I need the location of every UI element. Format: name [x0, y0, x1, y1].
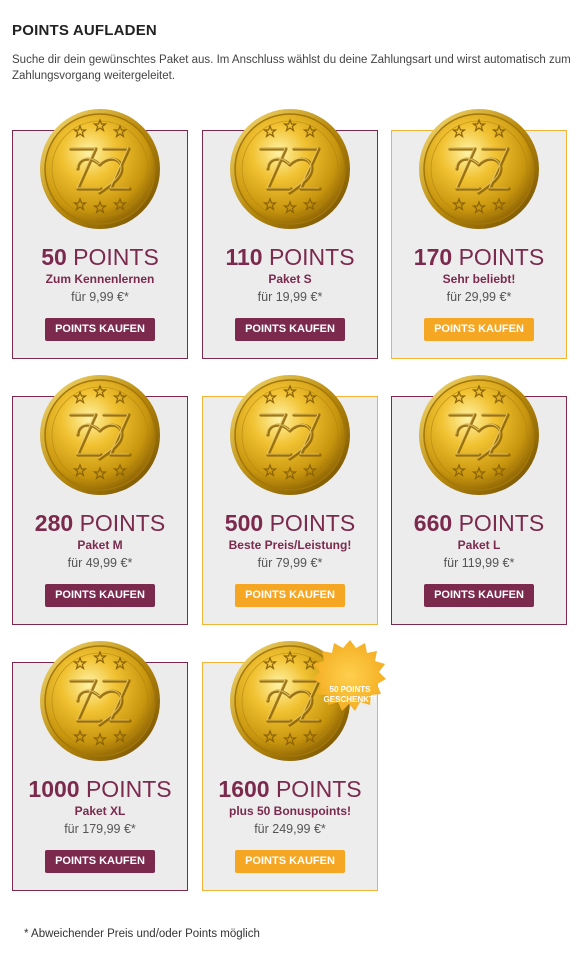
coin-icon	[228, 373, 352, 497]
package-price: für 29,99 €*	[446, 290, 512, 304]
package-subtitle: Paket XL	[74, 804, 126, 818]
coin-icon	[38, 639, 162, 763]
package-points: 110 POINTS	[225, 244, 355, 270]
package-subtitle: Beste Preis/Leistung!	[228, 538, 352, 552]
coin-icon	[228, 107, 352, 231]
package-card-500: 500 POINTS Beste Preis/Leistung! für 79,…	[202, 396, 378, 625]
package-points: 1000 POINTS	[28, 776, 172, 802]
coin-icon	[38, 373, 162, 497]
package-price: für 179,99 €*	[64, 822, 136, 836]
package-price: für 19,99 €*	[257, 290, 323, 304]
package-subtitle: Zum Kennenlernen	[45, 272, 155, 286]
package-subtitle: Paket M	[77, 538, 123, 552]
buy-points-button[interactable]: POINTS KAUFEN	[424, 584, 534, 607]
intro-text: Suche dir dein gewünschtes Paket aus. Im…	[12, 54, 571, 82]
bonus-badge-line2: GESCHENKT!	[323, 695, 377, 704]
package-price: für 249,99 €*	[254, 822, 326, 836]
package-subtitle: Paket S	[268, 272, 312, 286]
package-price: für 9,99 €*	[71, 290, 129, 304]
coin-icon	[417, 373, 541, 497]
package-price: für 49,99 €*	[67, 556, 133, 570]
package-card-110: 110 POINTS Paket S für 19,99 €* POINTS K…	[202, 130, 378, 359]
page-title: POINTS AUFLADEN	[12, 22, 157, 39]
bonus-badge-text: 50 POINTS GESCHENKT!	[313, 685, 387, 705]
package-card-1600: 50 POINTS GESCHENKT! 1600 POINTS plus 50…	[202, 662, 386, 891]
buy-points-button[interactable]: POINTS KAUFEN	[424, 318, 534, 341]
package-card-170: 170 POINTS Sehr beliebt! für 29,99 €* PO…	[391, 130, 567, 359]
package-subtitle: Paket L	[457, 538, 501, 552]
package-card-660: 660 POINTS Paket L für 119,99 €* POINTS …	[391, 396, 567, 625]
package-subtitle: plus 50 Bonuspoints!	[228, 804, 351, 818]
package-price: für 79,99 €*	[257, 556, 323, 570]
buy-points-button[interactable]: POINTS KAUFEN	[45, 318, 155, 341]
buy-points-button[interactable]: POINTS KAUFEN	[45, 584, 155, 607]
buy-points-button[interactable]: POINTS KAUFEN	[235, 318, 345, 341]
package-points: 500 POINTS	[224, 510, 356, 536]
package-card-280: 280 POINTS Paket M für 49,99 €* POINTS K…	[12, 396, 188, 625]
package-price: für 119,99 €*	[443, 556, 515, 570]
package-points: 50 POINTS	[41, 244, 159, 270]
buy-points-button[interactable]: POINTS KAUFEN	[235, 584, 345, 607]
package-points: 660 POINTS	[413, 510, 545, 536]
buy-points-button[interactable]: POINTS KAUFEN	[235, 850, 345, 873]
package-points: 170 POINTS	[413, 244, 545, 270]
price-footnote: * Abweichender Preis und/oder Points mög…	[24, 928, 260, 940]
package-card-1000: 1000 POINTS Paket XL für 179,99 €* POINT…	[12, 662, 188, 891]
package-points: 280 POINTS	[34, 510, 166, 536]
package-points: 1600 POINTS	[218, 776, 362, 802]
coin-icon	[417, 107, 541, 231]
package-subtitle: Sehr beliebt!	[442, 272, 516, 286]
package-card-50: 50 POINTS Zum Kennenlernen für 9,99 €* P…	[12, 130, 188, 359]
coin-icon	[38, 107, 162, 231]
bonus-badge-line1: 50 POINTS	[329, 685, 371, 694]
buy-points-button[interactable]: POINTS KAUFEN	[45, 850, 155, 873]
